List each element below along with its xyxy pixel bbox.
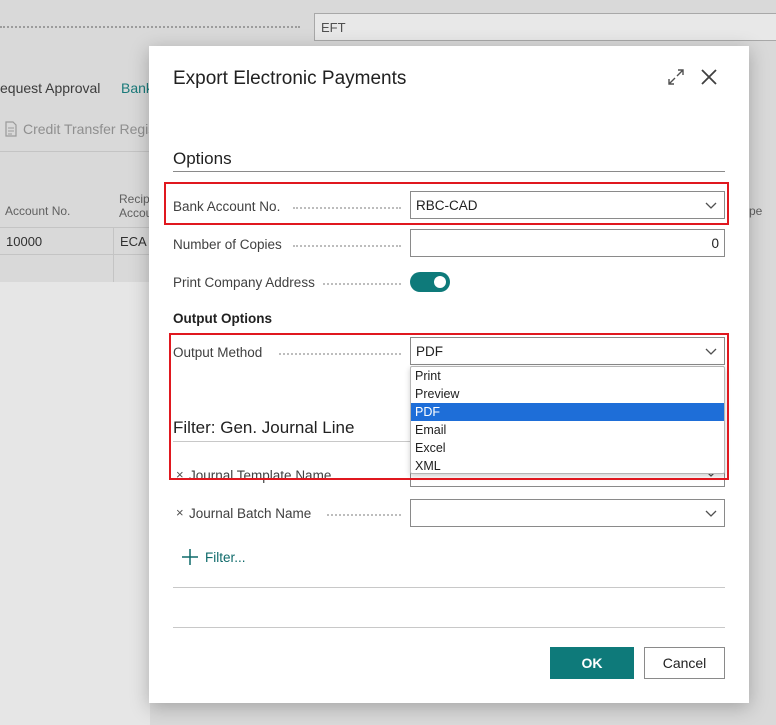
- background-column-line: [113, 228, 114, 282]
- divider: [173, 627, 725, 628]
- bank-account-value: RBC-CAD: [416, 198, 478, 213]
- divider: [173, 587, 725, 588]
- label-leader-dots: [327, 514, 401, 516]
- options-rule: [173, 171, 725, 172]
- background-tab-request-approval: equest Approval: [0, 80, 101, 96]
- export-payments-dialog: Export Electronic Payments Options Bank …: [149, 46, 749, 703]
- output-method-label: Output Method: [173, 345, 263, 360]
- output-method-value: PDF: [416, 344, 443, 359]
- chevron-down-icon: [705, 510, 717, 517]
- option-print[interactable]: Print: [411, 367, 724, 385]
- chevron-down-icon: [705, 348, 717, 355]
- label-leader-dots: [293, 245, 401, 247]
- option-excel[interactable]: Excel: [411, 439, 724, 457]
- bank-account-select[interactable]: RBC-CAD: [410, 191, 725, 219]
- background-action-credit-transfer: Credit Transfer Regis: [4, 121, 155, 137]
- ok-button[interactable]: OK: [550, 647, 634, 679]
- background-separator: [0, 151, 160, 152]
- background-col-account: Accou: [119, 206, 153, 220]
- label-leader-dots: [323, 283, 401, 285]
- add-filter-button[interactable]: Filter...: [181, 548, 246, 566]
- output-method-dropdown: Print Preview PDF Email Excel XML: [410, 366, 725, 474]
- option-xml[interactable]: XML: [411, 457, 724, 475]
- expand-icon[interactable]: [666, 67, 686, 87]
- bank-account-label: Bank Account No.: [173, 199, 281, 214]
- cancel-button[interactable]: Cancel: [644, 647, 725, 679]
- plus-icon: [182, 549, 198, 565]
- label-leader-dots: [293, 207, 401, 209]
- background-lower-area: [0, 282, 150, 725]
- print-address-toggle[interactable]: [410, 272, 450, 292]
- background-col-account-no: Account No.: [5, 204, 71, 218]
- background-field: EFT: [314, 13, 776, 41]
- journal-template-label: Journal Template Name: [189, 468, 332, 483]
- background-dots: [0, 26, 300, 28]
- background-row-divider-2: [0, 254, 160, 255]
- option-email[interactable]: Email: [411, 421, 724, 439]
- add-filter-label: Filter...: [205, 549, 246, 565]
- background-cell-account: 10000: [6, 234, 43, 249]
- print-address-label: Print Company Address: [173, 275, 315, 290]
- option-pdf[interactable]: PDF: [411, 403, 724, 421]
- dialog-title: Export Electronic Payments: [173, 68, 407, 89]
- copies-input[interactable]: 0: [410, 229, 725, 257]
- journal-batch-label: Journal Batch Name: [189, 506, 312, 521]
- background-cell-recipient: ECA: [120, 234, 147, 249]
- background-col-type: pe: [749, 204, 763, 218]
- output-method-select[interactable]: PDF: [410, 337, 725, 365]
- remove-filter-icon[interactable]: ×: [176, 467, 184, 482]
- document-icon: [5, 121, 17, 137]
- output-options-heading: Output Options: [173, 311, 272, 326]
- options-heading: Options: [173, 149, 232, 168]
- filter-heading: Filter: Gen. Journal Line: [173, 418, 355, 437]
- toggle-knob: [434, 276, 446, 288]
- label-leader-dots: [279, 353, 401, 355]
- remove-filter-icon[interactable]: ×: [176, 505, 184, 520]
- copies-label: Number of Copies: [173, 237, 282, 252]
- close-icon[interactable]: [698, 66, 720, 88]
- option-preview[interactable]: Preview: [411, 385, 724, 403]
- background-row-divider: [0, 227, 160, 228]
- background-col-recipient: Recip: [119, 192, 150, 206]
- journal-batch-select[interactable]: [410, 499, 725, 527]
- chevron-down-icon: [705, 202, 717, 209]
- background-action-label: Credit Transfer Regis: [23, 121, 156, 137]
